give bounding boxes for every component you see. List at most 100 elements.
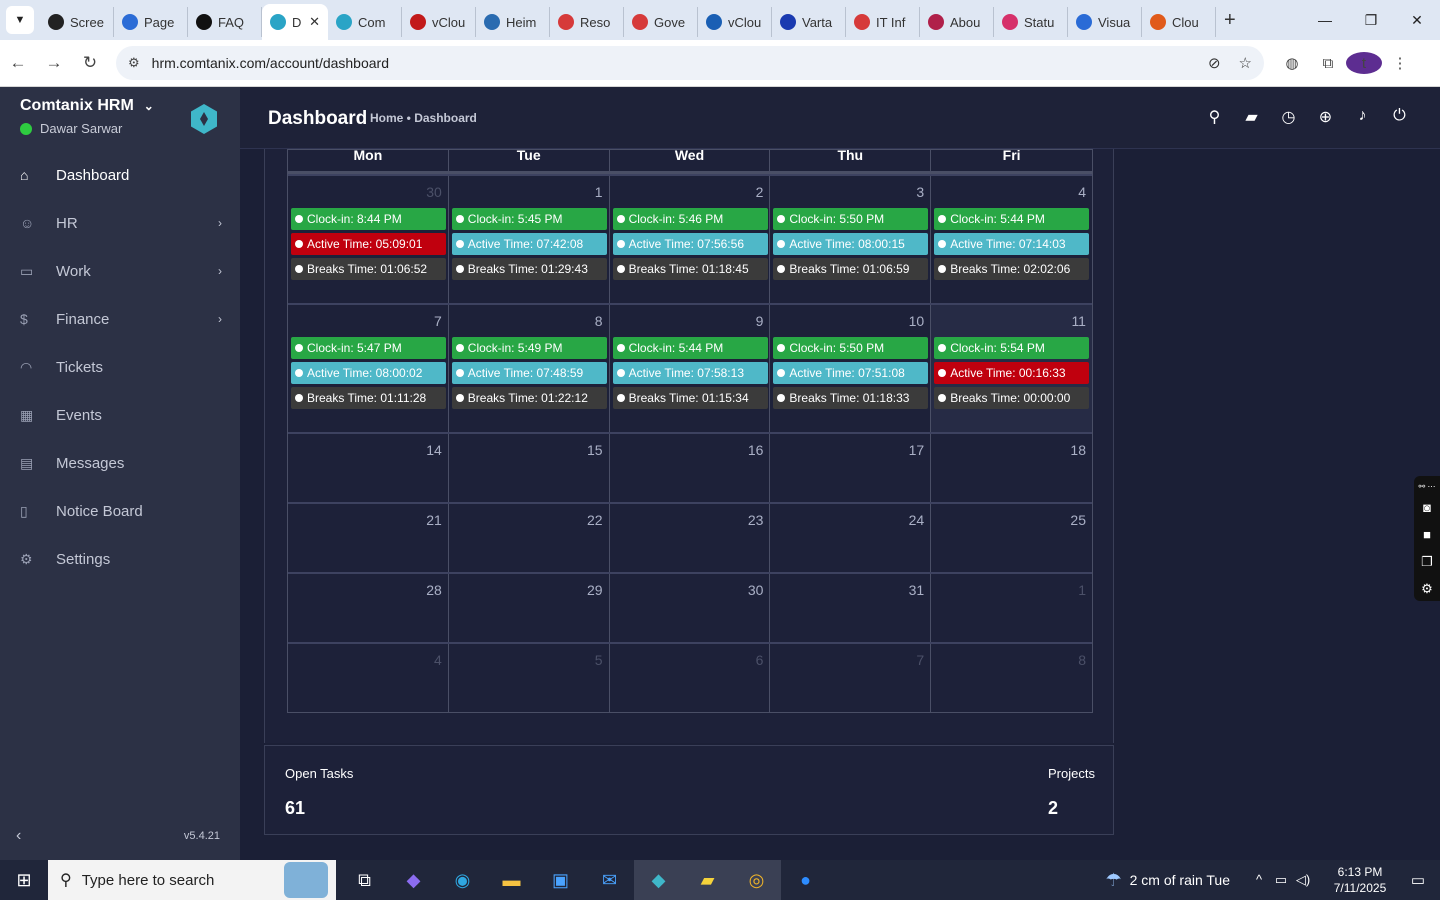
- calendar-day-cell[interactable]: 17: [770, 434, 932, 502]
- calendar-day-cell[interactable]: 1 Clock-in: 5:45 PM Active Time: 07:42:08 B…: [449, 176, 610, 303]
- calendar-day-cell[interactable]: 4 Clock-in: 5:44 PM Active Time: 07:14:03 B…: [931, 176, 1092, 303]
- clock-in-event[interactable]: Clock-in: 5:44 PM: [612, 337, 768, 359]
- active-time-event[interactable]: Active Time: 07:42:08: [451, 233, 607, 255]
- gear-icon[interactable]: ⚙: [1421, 575, 1433, 602]
- calendar-day-cell[interactable]: 8 Clock-in: 5:49 PM Active Time: 07:48:59 B…: [449, 305, 610, 432]
- store-app[interactable]: ▣: [536, 860, 585, 900]
- network-icon[interactable]: ▭: [1270, 872, 1292, 888]
- calendar-day-cell[interactable]: 21: [288, 504, 449, 572]
- active-time-event[interactable]: Active Time: 07:51:08: [773, 362, 929, 384]
- browser-tab[interactable]: Clou: [1142, 7, 1216, 37]
- sidebar-item-finance[interactable]: $ Finance ›: [0, 295, 240, 343]
- site-info-icon[interactable]: ⚙: [128, 55, 140, 71]
- start-button[interactable]: ⊞: [0, 860, 48, 900]
- browser-tab[interactable]: Heim: [476, 7, 550, 37]
- browser-tab[interactable]: Com: [328, 7, 402, 37]
- calendar-day-cell[interactable]: 8: [931, 644, 1092, 712]
- minimize-button[interactable]: —: [1302, 0, 1348, 40]
- browser-tab[interactable]: Statu: [994, 7, 1068, 37]
- calendar-day-cell[interactable]: 2 Clock-in: 5:46 PM Active Time: 07:56:56 B…: [610, 176, 771, 303]
- browser-tab[interactable]: D ✕: [262, 4, 328, 40]
- calendar-day-cell[interactable]: 5: [449, 644, 610, 712]
- browser-tab[interactable]: Abou: [920, 7, 994, 37]
- browser-tab[interactable]: Gove: [624, 7, 698, 37]
- browser-tab[interactable]: Visua: [1068, 7, 1142, 37]
- back-button[interactable]: ←: [0, 53, 36, 73]
- calendar-day-cell[interactable]: 9 Clock-in: 5:44 PM Active Time: 07:58:13 B…: [610, 305, 771, 432]
- calendar-day-cell[interactable]: 29: [449, 574, 610, 642]
- maximize-button[interactable]: ❐: [1348, 0, 1394, 40]
- active-time-event[interactable]: Active Time: 00:16:33: [934, 362, 1090, 384]
- sticky-note-icon[interactable]: ▰: [1233, 107, 1270, 127]
- link-icon[interactable]: ⚯ ⋯: [1419, 480, 1436, 494]
- sidebar-item-settings[interactable]: ⚙ Settings: [0, 535, 240, 583]
- window-icon[interactable]: ❐: [1421, 548, 1433, 575]
- clock-in-event[interactable]: Clock-in: 5:46 PM: [612, 208, 768, 230]
- clock-in-event[interactable]: Clock-in: 5:45 PM: [451, 208, 607, 230]
- clock-in-event[interactable]: Clock-in: 5:49 PM: [451, 337, 607, 359]
- calendar-day-cell[interactable]: 4: [288, 644, 449, 712]
- search-icon[interactable]: ⚲: [1196, 107, 1233, 127]
- browser-tab[interactable]: Reso: [550, 7, 624, 37]
- sticky-notes-app[interactable]: ▰: [683, 860, 732, 900]
- browser-tab[interactable]: vClou: [402, 7, 476, 37]
- calendar-day-cell[interactable]: 10 Clock-in: 5:50 PM Active Time: 07:51:08…: [770, 305, 932, 432]
- add-circle-icon[interactable]: ⊕: [1307, 107, 1344, 127]
- calendar-day-cell[interactable]: 24: [770, 504, 932, 572]
- calendar-day-cell[interactable]: 28: [288, 574, 449, 642]
- sidebar-item-hr[interactable]: ☺ HR ›: [0, 199, 240, 247]
- clock-in-event[interactable]: Clock-in: 5:50 PM: [773, 208, 929, 230]
- close-window-button[interactable]: ✕: [1394, 0, 1440, 40]
- forward-button[interactable]: →: [36, 53, 72, 73]
- calendar-day-cell[interactable]: 7: [770, 644, 932, 712]
- task-view-app[interactable]: ⧉: [340, 860, 389, 900]
- brand-switcher[interactable]: Comtanix HRM ⌄: [20, 97, 154, 115]
- sidebar-item-messages[interactable]: ▤ Messages: [0, 439, 240, 487]
- breaks-time-event[interactable]: Breaks Time: 01:18:45: [612, 258, 768, 280]
- active-time-event[interactable]: Active Time: 07:14:03: [934, 233, 1090, 255]
- browser-tab[interactable]: FAQ: [188, 7, 262, 37]
- breaks-time-event[interactable]: Breaks Time: 01:06:59: [773, 258, 929, 280]
- calendar-day-cell[interactable]: 30: [610, 574, 771, 642]
- bookmark-star-icon[interactable]: ☆: [1239, 54, 1252, 72]
- calendar-day-cell[interactable]: 22: [449, 504, 610, 572]
- breaks-time-event[interactable]: Breaks Time: 02:02:06: [934, 258, 1090, 280]
- sidebar-item-work[interactable]: ▭ Work ›: [0, 247, 240, 295]
- browser-tab[interactable]: Page: [114, 7, 188, 37]
- clock-in-event[interactable]: Clock-in: 8:44 PM: [291, 208, 446, 230]
- breaks-time-event[interactable]: Breaks Time: 01:11:28: [291, 387, 446, 409]
- browser-tab[interactable]: Scree: [40, 7, 114, 37]
- eye-off-icon[interactable]: ⊘: [1208, 54, 1221, 72]
- clock-icon[interactable]: ◷: [1270, 107, 1307, 127]
- edge-app[interactable]: ◉: [438, 860, 487, 900]
- collapse-sidebar-icon[interactable]: ‹: [16, 827, 21, 845]
- sidebar-item-tickets[interactable]: ◠ Tickets: [0, 343, 240, 391]
- active-time-event[interactable]: Active Time: 07:58:13: [612, 362, 768, 384]
- breaks-time-event[interactable]: Breaks Time: 01:15:34: [612, 387, 768, 409]
- open-tasks-value[interactable]: 61: [285, 798, 305, 819]
- video-icon[interactable]: ■: [1423, 521, 1431, 548]
- calendar-day-cell[interactable]: 23: [610, 504, 771, 572]
- breaks-time-event[interactable]: Breaks Time: 00:00:00: [934, 387, 1090, 409]
- clock-in-event[interactable]: Clock-in: 5:50 PM: [773, 337, 929, 359]
- copilot-app[interactable]: ◆: [389, 860, 438, 900]
- calendar-day-cell[interactable]: 31: [770, 574, 932, 642]
- active-time-event[interactable]: Active Time: 08:00:15: [773, 233, 929, 255]
- calendar-day-cell[interactable]: 18: [931, 434, 1092, 502]
- volume-icon[interactable]: ◁): [1292, 872, 1314, 888]
- breaks-time-event[interactable]: Breaks Time: 01:22:12: [451, 387, 607, 409]
- calendar-day-cell[interactable]: 11 Clock-in: 5:54 PM Active Time: 00:16:33…: [931, 305, 1092, 432]
- breaks-time-event[interactable]: Breaks Time: 01:18:33: [773, 387, 929, 409]
- calendar-day-cell[interactable]: 6: [610, 644, 771, 712]
- chevron-up-icon[interactable]: ^: [1248, 872, 1270, 888]
- calendar-day-cell[interactable]: 15: [449, 434, 610, 502]
- reload-button[interactable]: ↻: [72, 53, 108, 73]
- clock-in-event[interactable]: Clock-in: 5:54 PM: [934, 337, 1090, 359]
- calendar-day-cell[interactable]: 3 Clock-in: 5:50 PM Active Time: 08:00:15 B…: [770, 176, 932, 303]
- close-tab-icon[interactable]: ✕: [309, 14, 320, 30]
- mail-app[interactable]: ✉: [585, 860, 634, 900]
- profile-button[interactable]: t: [1346, 52, 1382, 74]
- extensions-icon[interactable]: ⧉: [1310, 55, 1346, 72]
- projects-value[interactable]: 2: [1048, 798, 1058, 819]
- weather-widget[interactable]: ☂ 2 cm of rain Tue: [1105, 870, 1230, 891]
